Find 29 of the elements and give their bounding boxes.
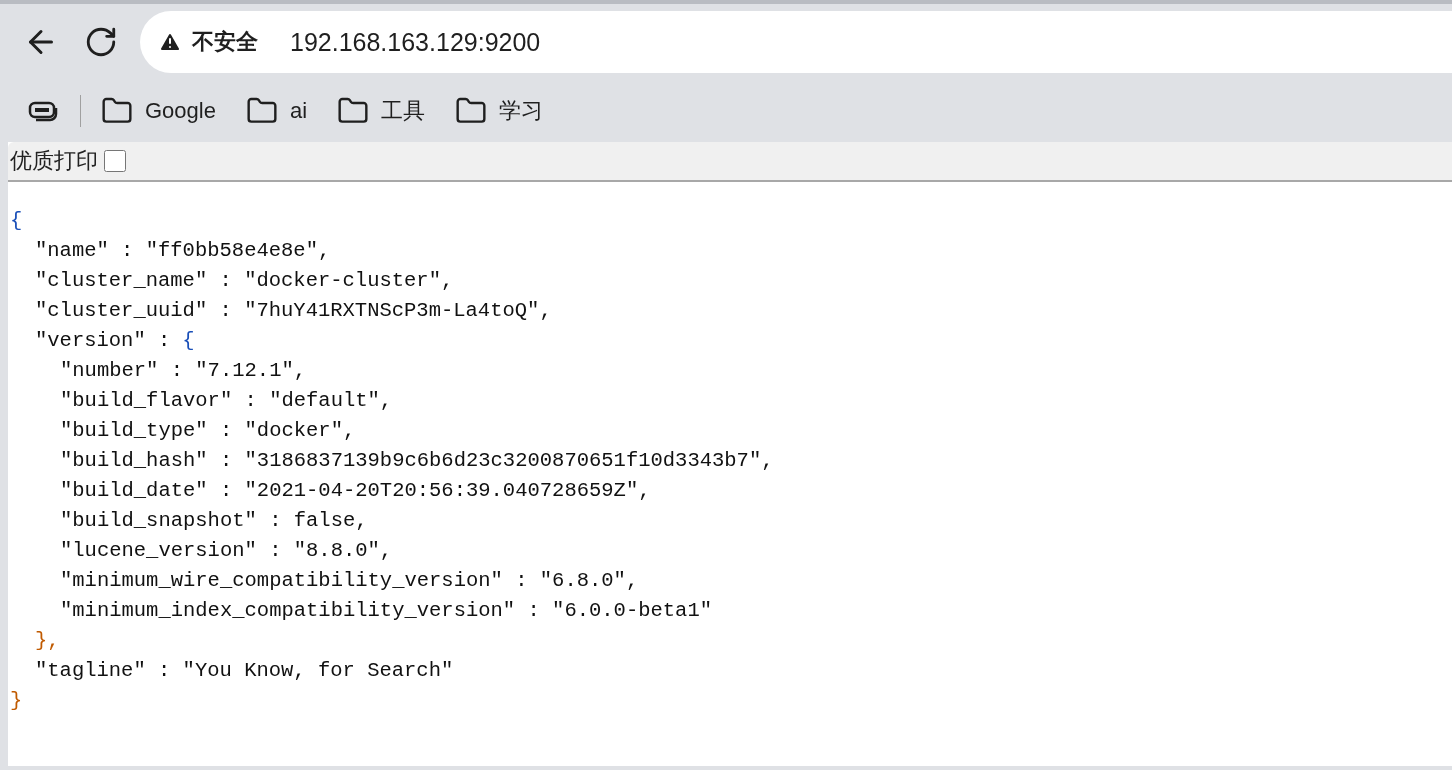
print-label: 优质打印	[10, 147, 98, 175]
open-brace: {	[182, 328, 195, 354]
json-line: "version" :	[35, 328, 171, 354]
json-line: "cluster_name" : "docker-cluster",	[35, 268, 454, 294]
bookmark-folder[interactable]: Google	[101, 95, 216, 127]
json-line: "build_snapshot" : false,	[60, 508, 368, 534]
json-line: "cluster_uuid" : "7huY41RXTNScP3m-La4toQ",	[35, 298, 552, 324]
address-bar[interactable]: 不安全 192.168.163.129:9200	[140, 11, 1452, 73]
json-line: "build_type" : "docker",	[60, 418, 356, 444]
security-label: 不安全	[192, 28, 258, 56]
tab-groups-icon[interactable]	[28, 100, 60, 122]
json-line: "minimum_index_compatibility_version" : "6.0.0-beta1"	[60, 598, 712, 624]
bookmark-folder[interactable]: 学习	[455, 95, 544, 127]
json-line: "tagline" : "You Know, for Search"	[35, 658, 454, 684]
json-line: "name" : "ff0bb58e4e8e",	[35, 238, 331, 264]
print-checkbox[interactable]	[104, 150, 126, 172]
json-line: "minimum_wire_compatibility_version" : "6.8.0",	[60, 568, 639, 594]
bookmark-folder[interactable]: ai	[245, 95, 308, 127]
json-line: "number" : "7.12.1",	[60, 358, 307, 384]
reload-icon	[84, 25, 118, 59]
json-line: "build_flavor" : "default",	[60, 388, 393, 414]
close-brace: }	[10, 689, 23, 712]
bookmark-folder[interactable]: 工具	[337, 95, 426, 127]
url-text: 192.168.163.129:9200	[290, 27, 541, 57]
open-brace: {	[10, 209, 23, 232]
close-brace: },	[35, 628, 60, 654]
json-line: "build_date" : "2021-04-20T20:56:39.040728659Z",	[60, 478, 651, 504]
json-line: "build_hash" : "3186837139b9c6b6d23c3200870651f10d3343b7",	[60, 448, 774, 474]
json-line: "lucene_version" : "8.8.0",	[60, 538, 393, 564]
